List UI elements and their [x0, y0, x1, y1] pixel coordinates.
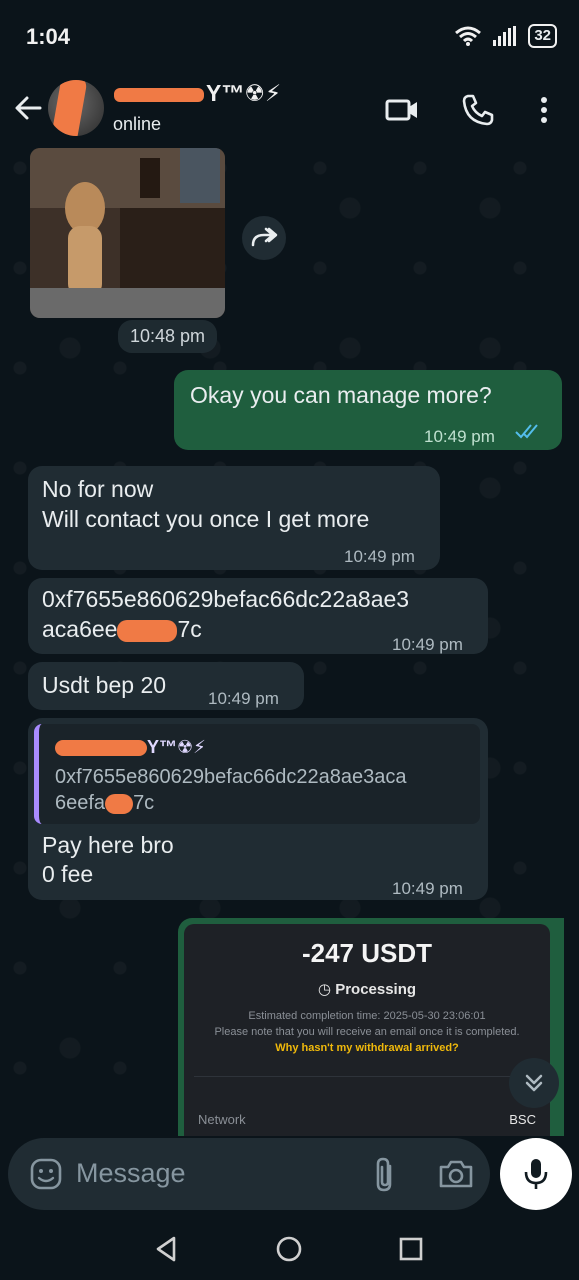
camera-icon[interactable]	[436, 1156, 476, 1192]
sticker-emoji-icon[interactable]	[28, 1156, 64, 1192]
image-message-outgoing[interactable]: -247 USDT ◷ Processing Estimated complet…	[178, 918, 564, 1136]
message-time: 10:49 pm	[344, 547, 415, 566]
contact-avatar[interactable]	[48, 80, 104, 136]
message-composer[interactable]: Message	[8, 1138, 490, 1210]
message-text-line: aca6ee 7c	[42, 616, 202, 642]
nav-recents-icon[interactable]	[396, 1234, 426, 1264]
message-outgoing[interactable]: Okay you can manage more? 10:49 pm	[174, 370, 562, 450]
message-time: 10:49 pm	[392, 635, 463, 654]
withdrawal-eta: Estimated completion time: 2025-05-30 23…	[248, 1010, 486, 1022]
message-incoming[interactable]: Usdt bep 20 10:49 pm	[28, 662, 304, 710]
forward-icon	[251, 227, 278, 247]
message-input[interactable]: Message	[76, 1158, 186, 1189]
chat-area[interactable]: 10:48 pm Okay you can manage more? 10:49…	[0, 148, 579, 1136]
battery-indicator: 32	[528, 24, 557, 48]
message-text: Usdt bep 20	[42, 672, 167, 698]
message-text-line: 0 fee	[42, 861, 94, 887]
contact-status: online	[113, 114, 162, 134]
withdrawal-note: Please note that you will receive an ema…	[214, 1026, 520, 1038]
withdrawal-status: ◷ Processing	[317, 981, 417, 998]
attach-icon[interactable]	[366, 1154, 402, 1194]
image-message[interactable]	[30, 148, 225, 318]
quoted-message[interactable]: Y™☢⚡ 0xf7655e860629befac66dc22a8ae3aca 6…	[34, 724, 480, 824]
contact-name[interactable]: Y™☢⚡	[114, 80, 281, 107]
scroll-to-bottom-button[interactable]	[509, 1058, 559, 1108]
message-time: 10:49 pm	[392, 879, 463, 898]
more-options-icon[interactable]	[526, 92, 562, 128]
image-thumbnail	[30, 148, 225, 318]
quoted-text: 0xf7655e860629befac66dc22a8ae3aca 6eefa 7…	[55, 766, 407, 814]
nav-back-icon[interactable]	[152, 1234, 182, 1264]
status-time: 1:04	[26, 24, 71, 49]
withdrawal-help-link: Why hasn't my withdrawal arrived?	[275, 1042, 459, 1054]
forward-button[interactable]	[242, 216, 286, 260]
message-incoming[interactable]: No for now Will contact you once I get m…	[28, 466, 440, 570]
microphone-icon	[524, 1159, 548, 1189]
message-text: Okay you can manage more?	[190, 382, 492, 408]
voice-message-button[interactable]	[500, 1138, 572, 1210]
message-text-line: 0xf7655e860629befac66dc22a8ae3	[42, 586, 410, 612]
redaction-mark	[114, 87, 204, 102]
video-call-icon[interactable]	[384, 92, 420, 128]
chat-header: Y™☢⚡ online	[0, 72, 579, 148]
signal-icon	[493, 26, 517, 46]
message-incoming-reply[interactable]: Y™☢⚡ 0xf7655e860629befac66dc22a8ae3aca 6…	[28, 718, 488, 900]
read-receipt-icon	[515, 424, 538, 439]
image-timestamp: 10:48 pm	[118, 320, 218, 353]
redaction-mark	[117, 619, 178, 642]
phone-call-icon[interactable]	[460, 92, 496, 128]
redaction-mark	[105, 793, 134, 814]
double-chevron-down-icon	[525, 1074, 543, 1092]
message-time: 10:49 pm	[424, 427, 495, 446]
status-icons: 32	[454, 24, 557, 48]
message-text-line: Will contact you once I get more	[42, 506, 370, 532]
clock-icon: ◷	[317, 981, 332, 998]
withdrawal-amount: -247 USDT	[301, 938, 433, 968]
wifi-icon	[455, 26, 482, 46]
status-bar: 1:04 32	[0, 0, 579, 72]
redaction-mark	[55, 740, 147, 757]
message-text-line: No for now	[42, 476, 154, 502]
system-nav-bar	[0, 1218, 579, 1280]
divider	[194, 1076, 540, 1077]
nav-home-icon[interactable]	[274, 1234, 304, 1264]
back-arrow-icon[interactable]	[10, 90, 46, 126]
message-text-line: Pay here bro	[42, 832, 174, 858]
message-time: 10:49 pm	[208, 689, 279, 708]
withdrawal-screenshot: -247 USDT ◷ Processing Estimated complet…	[184, 924, 550, 1136]
network-value: BSC	[509, 1112, 536, 1127]
redaction-mark	[49, 80, 89, 136]
network-label: Network	[198, 1112, 246, 1127]
message-incoming[interactable]: 0xf7655e860629befac66dc22a8ae3 aca6ee 7c …	[28, 578, 488, 654]
quoted-sender: Y™☢⚡	[55, 732, 206, 762]
